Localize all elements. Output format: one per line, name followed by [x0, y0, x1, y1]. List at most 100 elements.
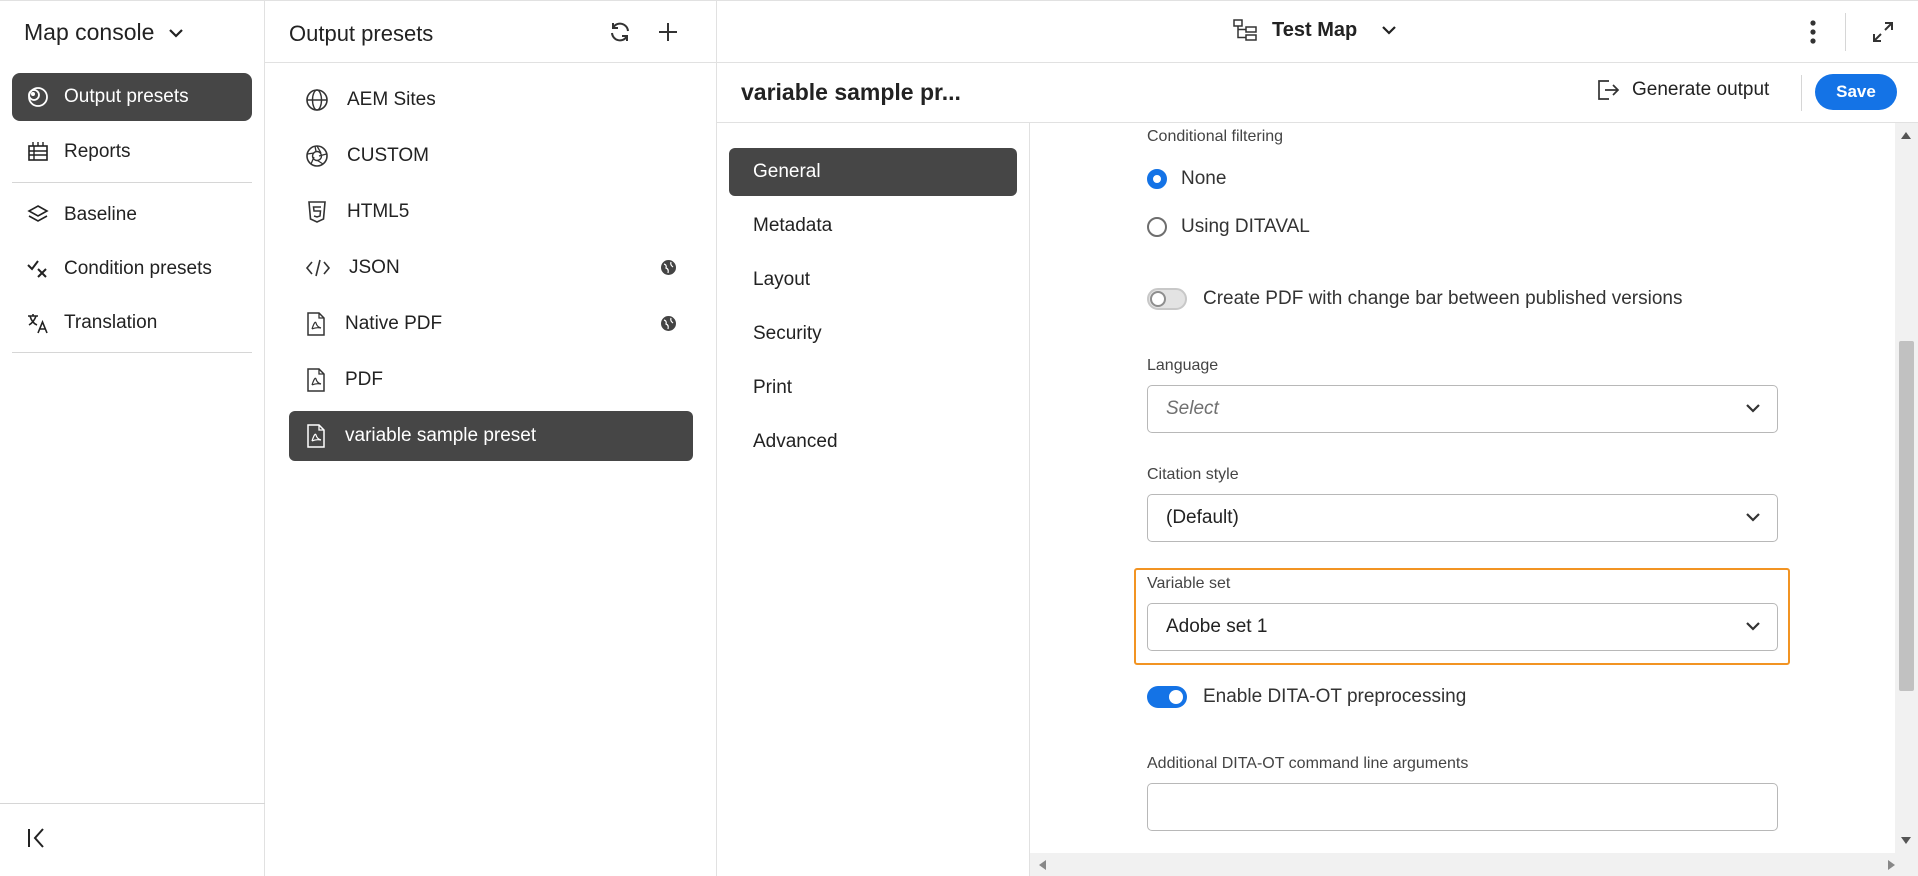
preset-item-custom[interactable]: CUSTOM: [289, 131, 693, 181]
tab-security[interactable]: Security: [729, 310, 1017, 358]
language-placeholder: Select: [1166, 398, 1219, 419]
dita-ot-label: Enable DITA-OT preprocessing: [1203, 686, 1467, 707]
pdf-file-icon: [307, 312, 325, 336]
preset-item-json[interactable]: JSON: [289, 243, 693, 293]
html5-icon: [308, 201, 326, 223]
scroll-left-icon[interactable]: [1038, 860, 1046, 870]
chevron-down-icon: [1746, 513, 1760, 522]
scroll-right-icon[interactable]: [1888, 860, 1896, 870]
map-selector[interactable]: Test Map: [1232, 18, 1397, 42]
radio-button[interactable]: [1147, 169, 1167, 189]
vertical-scrollbar[interactable]: [1895, 123, 1918, 853]
tab-advanced[interactable]: Advanced: [729, 418, 1017, 466]
baseline-icon: [27, 205, 49, 222]
preset-label: CUSTOM: [347, 145, 429, 166]
globe-icon: [306, 89, 328, 111]
sidebar-item-output-presets[interactable]: Output presets: [12, 73, 252, 121]
preset-editor: Test Map variable sample pr... Generate …: [717, 0, 1918, 876]
sidebar-divider: [12, 182, 252, 183]
variable-set-value: Adobe set 1: [1166, 616, 1268, 637]
radio-using-ditaval[interactable]: Using DITAVAL: [1147, 216, 1310, 238]
scroll-down-icon[interactable]: [1901, 837, 1911, 845]
conditional-filtering-label: Conditional filtering: [1147, 128, 1284, 145]
change-bar-toggle-row[interactable]: Create PDF with change bar between publi…: [1147, 288, 1683, 310]
preset-label: Native PDF: [345, 313, 443, 334]
dita-ot-toggle-row[interactable]: Enable DITA-OT preprocessing: [1147, 686, 1466, 708]
chevron-down-icon: [1382, 26, 1396, 35]
generate-output-button[interactable]: Generate output: [1596, 79, 1769, 101]
output-presets-icon: [28, 87, 48, 107]
translation-icon: [28, 314, 48, 334]
preset-title: variable sample pr...: [741, 79, 961, 105]
citation-style-select[interactable]: (Default): [1147, 494, 1778, 542]
presets-header: Output presets: [265, 1, 716, 63]
tab-general[interactable]: General: [729, 148, 1017, 196]
refresh-icon[interactable]: [608, 20, 632, 44]
radio-label: None: [1181, 168, 1227, 189]
left-sidebar: Map console Output presets Reports Basel…: [0, 0, 265, 876]
sidebar-item-baseline[interactable]: Baseline: [12, 191, 252, 239]
language-select[interactable]: Select: [1147, 385, 1778, 433]
preset-label: JSON: [349, 257, 400, 278]
radio-none[interactable]: None: [1147, 168, 1226, 190]
sidebar-item-label: Condition presets: [64, 258, 212, 279]
sidebar-item-reports[interactable]: Reports: [12, 128, 252, 176]
expand-icon[interactable]: [1872, 21, 1894, 43]
dita-args-input[interactable]: [1147, 783, 1778, 831]
chevron-down-icon: [169, 28, 184, 38]
tab-layout[interactable]: Layout: [729, 256, 1017, 304]
more-options-icon[interactable]: [1809, 19, 1817, 45]
chevron-down-icon: [1746, 404, 1760, 413]
map-console-dropdown[interactable]: Map console: [24, 19, 184, 46]
map-console-title: Map console: [24, 19, 155, 45]
change-bar-toggle[interactable]: [1147, 288, 1187, 310]
preset-label: PDF: [345, 369, 383, 390]
variable-set-select[interactable]: Adobe set 1: [1147, 603, 1778, 651]
presets-title: Output presets: [289, 21, 434, 46]
globe-badge-icon: [661, 260, 676, 275]
map-name: Test Map: [1272, 18, 1358, 41]
variable-set-label: Variable set: [1147, 575, 1231, 592]
export-icon: [1598, 80, 1620, 100]
sidebar-item-translation[interactable]: Translation: [12, 299, 252, 347]
presets-panel: Output presets AEM Sites CUSTOM HTML5 JS…: [265, 0, 717, 876]
sidebar-item-label: Reports: [64, 141, 131, 162]
settings-tabs: General Metadata Layout Security Print A…: [717, 123, 1030, 876]
preset-item-native-pdf[interactable]: Native PDF: [289, 299, 693, 349]
citation-style-label: Citation style: [1147, 466, 1239, 483]
dita-ot-toggle[interactable]: [1147, 686, 1187, 708]
preset-item-pdf[interactable]: PDF: [289, 355, 693, 405]
sidebar-item-label: Output presets: [64, 86, 189, 107]
preset-label: HTML5: [347, 201, 410, 222]
pdf-file-icon: [307, 368, 325, 392]
globe-badge-icon: [661, 316, 676, 331]
general-settings-form: Conditional filtering None Using DITAVAL…: [1030, 123, 1918, 853]
preset-header: variable sample pr... Generate output Sa…: [717, 63, 1918, 123]
map-topbar: Test Map: [717, 1, 1918, 63]
radio-label: Using DITAVAL: [1181, 216, 1310, 237]
tab-print[interactable]: Print: [729, 364, 1017, 412]
header-divider: [1801, 75, 1802, 111]
vertical-scroll-thumb[interactable]: [1899, 341, 1914, 691]
collapse-sidebar-icon[interactable]: [26, 826, 48, 850]
scroll-up-icon[interactable]: [1901, 131, 1911, 139]
preset-item-variable-sample-preset[interactable]: variable sample preset: [289, 411, 693, 461]
sidebar-item-label: Baseline: [64, 204, 137, 225]
horizontal-scrollbar[interactable]: [1030, 853, 1918, 876]
preset-item-aem-sites[interactable]: AEM Sites: [289, 75, 693, 125]
add-preset-icon[interactable]: [657, 21, 679, 43]
sidebar-item-label: Translation: [64, 312, 158, 333]
preset-label: variable sample preset: [345, 425, 537, 446]
generate-output-label: Generate output: [1632, 79, 1770, 100]
preset-item-html5[interactable]: HTML5: [289, 187, 693, 237]
reports-icon: [28, 142, 48, 161]
chevron-down-icon: [1746, 622, 1760, 631]
map-tree-icon: [1233, 19, 1257, 41]
condition-presets-icon: [27, 260, 47, 278]
sidebar-footer: [0, 803, 265, 876]
aperture-icon: [306, 145, 328, 167]
radio-button[interactable]: [1147, 217, 1167, 237]
tab-metadata[interactable]: Metadata: [729, 202, 1017, 250]
sidebar-item-condition-presets[interactable]: Condition presets: [12, 245, 252, 293]
save-button[interactable]: Save: [1815, 74, 1897, 110]
